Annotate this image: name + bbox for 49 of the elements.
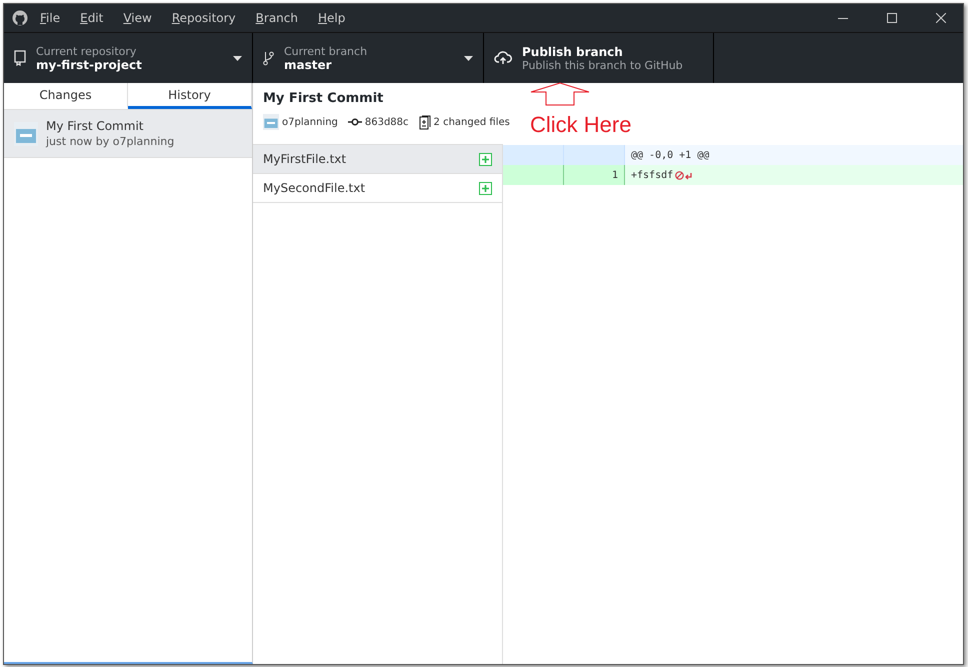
up-arrow-drawing [530, 82, 590, 106]
dropdown-caret-icon [464, 56, 473, 60]
menu-item[interactable]: File [32, 11, 68, 25]
commit-title: My First Commit [263, 91, 384, 106]
commit-item[interactable]: My First Commit just now by o7planning [4, 110, 252, 158]
code-text: @@ -0,0 +1 @@ [631, 150, 710, 160]
tab[interactable]: Changes [4, 83, 128, 109]
code-text: +fsfsdf [631, 170, 674, 180]
dropdown-label: Current repository [36, 44, 138, 58]
cloud-upload-icon [494, 51, 512, 65]
menu-item[interactable]: View [115, 11, 160, 25]
avatar-icon [14, 122, 38, 146]
toolbar-dropdown[interactable]: Current branch master [253, 33, 484, 83]
author-name: o7planning [282, 116, 338, 128]
line-number: 1 [564, 165, 625, 185]
github-logo-icon [12, 10, 28, 26]
file-diff-icon [418, 114, 431, 130]
menu-item[interactable]: Help [310, 11, 354, 25]
publish-button[interactable]: Publish branch Publish this branch to GitHub [484, 33, 714, 83]
commit-title: My First Commit [46, 119, 144, 133]
changed-files-count: 2 changed files [434, 116, 510, 128]
line-gutter [564, 145, 625, 165]
line-gutter [503, 145, 564, 165]
dropdown-value: my-first-project [36, 58, 143, 72]
file-name: MySecondFile.txt [263, 181, 366, 195]
dropdown-caret-icon [233, 56, 242, 60]
menu-item[interactable]: Repository [164, 11, 244, 25]
line-gutter [503, 165, 564, 185]
dropdown-value: master [284, 58, 333, 72]
commit-meta: just now by o7planning [46, 135, 174, 148]
added-file-icon [479, 152, 492, 166]
commit-sha: 863d88c [364, 116, 409, 128]
book-icon [14, 50, 26, 66]
annotation-text: Click Here [530, 112, 632, 138]
avatar-icon [263, 114, 279, 130]
maximize-icon[interactable] [886, 13, 896, 23]
added-file-icon [479, 182, 492, 194]
no-newline-icon [675, 170, 694, 180]
file-name: MyFirstFile.txt [263, 152, 346, 166]
menu-item[interactable]: Branch [248, 11, 306, 25]
toolbar-dropdown[interactable]: Current repository my-first-project [4, 33, 253, 83]
file-item[interactable]: MyFirstFile.txt [253, 145, 502, 174]
dropdown-label: Current branch [284, 44, 368, 58]
branch-icon [263, 50, 274, 66]
menu-item[interactable]: Edit [72, 11, 112, 25]
commit-icon [348, 118, 362, 126]
button-description: Publish this branch to GitHub [522, 58, 684, 72]
close-icon[interactable] [936, 13, 946, 23]
button-title: Publish branch [522, 44, 624, 58]
